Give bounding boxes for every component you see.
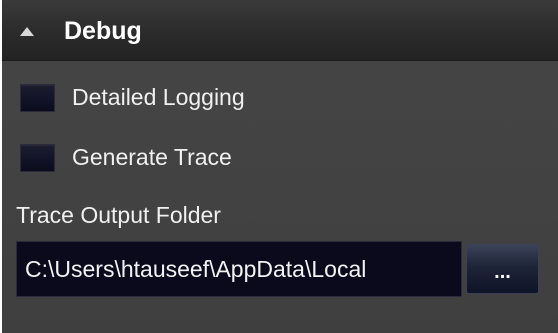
detailed-logging-label: Detailed Logging: [72, 84, 245, 110]
detailed-logging-checkbox[interactable]: [20, 84, 55, 112]
browse-folder-button[interactable]: ...: [466, 244, 539, 294]
trace-output-folder-input[interactable]: [16, 241, 462, 297]
browse-button-label: ...: [494, 260, 511, 283]
generate-trace-label: Generate Trace: [72, 144, 232, 170]
section-title: Debug: [64, 17, 142, 45]
trace-output-folder-label: Trace Output Folder: [16, 202, 221, 228]
collapse-arrow-icon[interactable]: [20, 27, 34, 36]
generate-trace-checkbox[interactable]: [20, 144, 55, 172]
debug-panel: Debug Detailed Logging Generate Trace Tr…: [2, 0, 558, 333]
section-header[interactable]: Debug: [2, 0, 558, 61]
